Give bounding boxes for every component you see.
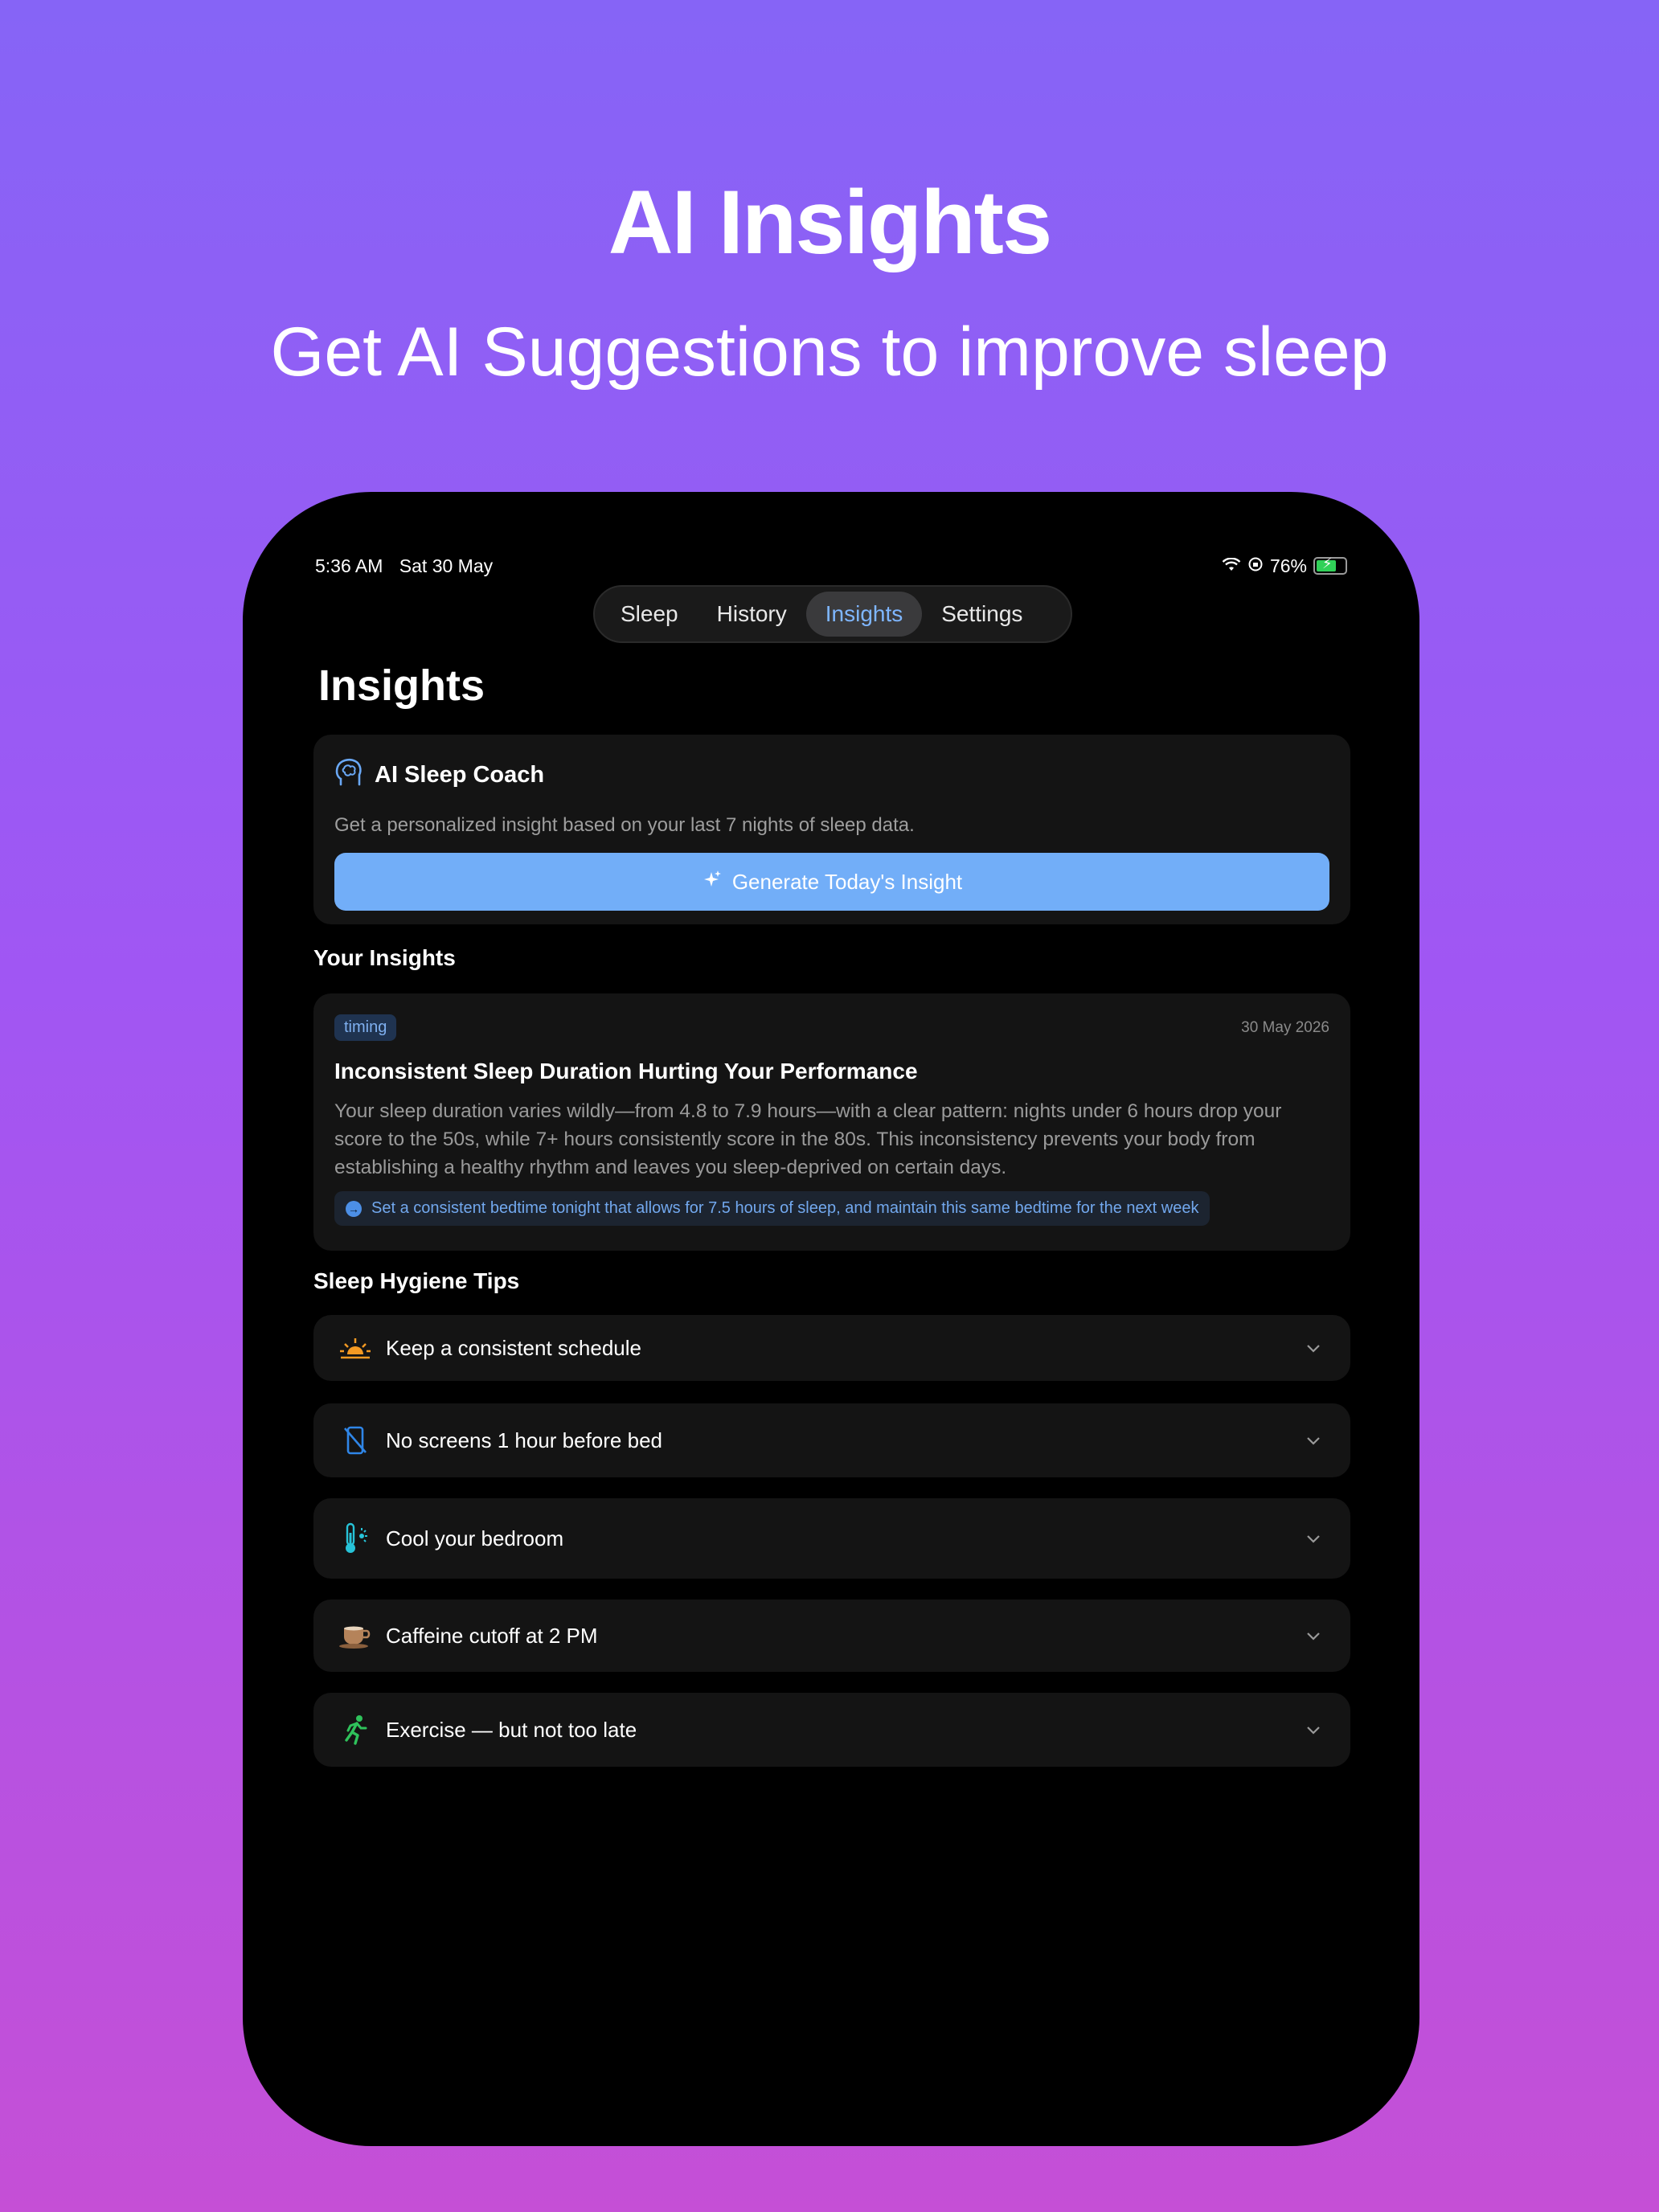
insight-card[interactable]: timing 30 May 2026 Inconsistent Sleep Du… — [313, 993, 1350, 1251]
tip-row-exercise[interactable]: Exercise — but not too late — [313, 1693, 1350, 1767]
chevron-down-icon — [1307, 1345, 1320, 1353]
insight-action-text: Set a consistent bedtime tonight that al… — [371, 1199, 1199, 1217]
generate-insight-button[interactable]: Generate Today's Insight — [334, 853, 1329, 911]
ai-sleep-coach-card: AI Sleep Coach Get a personalized insigh… — [313, 735, 1350, 924]
tip-label: Caffeine cutoff at 2 PM — [386, 1623, 598, 1648]
tab-settings[interactable]: Settings — [922, 592, 1042, 637]
insight-tag: timing — [334, 1014, 397, 1041]
chevron-down-icon — [1307, 1535, 1320, 1543]
tip-label: Keep a consistent schedule — [386, 1335, 641, 1360]
thermometer-icon — [338, 1521, 373, 1556]
insight-body: Your sleep duration varies wildly—from 4… — [334, 1100, 1282, 1178]
battery-percent: 76% — [1269, 555, 1307, 576]
generate-insight-label: Generate Today's Insight — [731, 869, 963, 894]
insight-title: Inconsistent Sleep Duration Hurting Your… — [334, 1059, 918, 1083]
running-person-icon — [338, 1712, 373, 1747]
tip-row-screens[interactable]: No screens 1 hour before bed — [313, 1403, 1350, 1477]
tab-insights[interactable]: Insights — [805, 592, 923, 637]
tip-label: Exercise — but not too late — [386, 1717, 637, 1742]
tab-bar: Sleep History Insights Settings — [593, 585, 1072, 643]
your-insights-heading: Your Insights — [313, 945, 456, 970]
status-date: Sat 30 May — [399, 555, 494, 576]
chevron-down-icon — [1307, 1727, 1320, 1735]
arrow-right-circle-icon: → — [346, 1200, 362, 1217]
sleep-hygiene-heading: Sleep Hygiene Tips — [313, 1268, 520, 1293]
sparkles-icon — [702, 869, 723, 895]
page-title: Insights — [318, 662, 485, 710]
tip-row-caffeine[interactable]: Caffeine cutoff at 2 PM — [313, 1600, 1350, 1672]
insight-action: → Set a consistent bedtime tonight that … — [334, 1191, 1210, 1226]
tip-label: Cool your bedroom — [386, 1526, 564, 1550]
phone-slash-icon — [338, 1423, 373, 1458]
orientation-lock-icon — [1247, 555, 1264, 577]
hero-subtitle: Get AI Suggestions to improve sleep — [270, 313, 1389, 391]
insight-date: 30 May 2026 — [1241, 1018, 1329, 1036]
device-frame: 5:36 AM Sat 30 May 76% ⚡ Sleep History I… — [243, 492, 1419, 2146]
coach-title: AI Sleep Coach — [375, 762, 545, 788]
tip-row-schedule[interactable]: Keep a consistent schedule — [313, 1315, 1350, 1381]
hero-title: AI Insights — [608, 172, 1052, 272]
tab-history[interactable]: History — [698, 592, 806, 637]
status-time: 5:36 AM — [315, 555, 383, 576]
chevron-down-icon — [1307, 1437, 1320, 1445]
battery-icon: ⚡ — [1313, 555, 1347, 575]
status-bar: 5:36 AM Sat 30 May 76% ⚡ — [315, 550, 1347, 582]
tip-label: No screens 1 hour before bed — [386, 1428, 662, 1452]
tip-row-cool[interactable]: Cool your bedroom — [313, 1498, 1350, 1579]
tab-sleep[interactable]: Sleep — [601, 592, 698, 637]
sunrise-icon — [338, 1330, 373, 1366]
coffee-cup-icon — [338, 1618, 373, 1653]
brain-head-icon — [334, 757, 363, 793]
chevron-down-icon — [1307, 1632, 1320, 1641]
coach-description: Get a personalized insight based on your… — [334, 814, 915, 836]
wifi-icon — [1222, 555, 1241, 577]
